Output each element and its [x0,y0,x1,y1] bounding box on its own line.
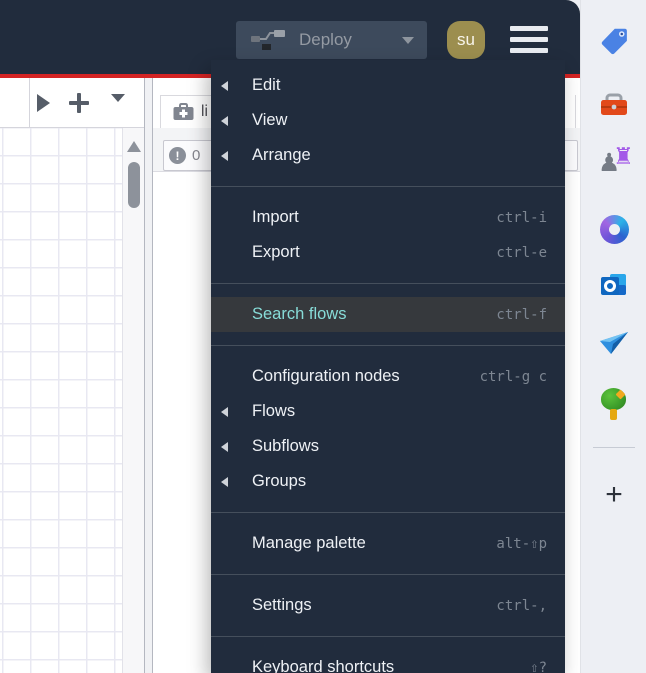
menu-separator [211,636,565,637]
submenu-chevron-left-icon [211,476,252,487]
main-dropdown-menu: Edit View Arrange Import ctrl-i Export c… [211,60,565,673]
sidebar-tab-label: li [201,103,208,120]
submenu-chevron-left-icon [211,80,252,91]
deploy-nodes-icon [249,26,289,54]
medkit-icon [173,103,194,120]
microsoft-copilot-icon[interactable] [581,215,646,244]
toolbox-icon[interactable] [581,91,646,121]
chevron-down-icon [111,94,125,102]
shopping-tag-icon[interactable] [581,26,646,56]
canvas-vertical-scrollbar[interactable] [122,128,144,673]
menu-separator [211,574,565,575]
chess-pawn-icon: ♟ [598,148,621,177]
menu-separator [211,512,565,513]
issue-count: 0 [192,147,201,164]
menu-item-flows[interactable]: Flows [211,394,565,429]
scroll-up-arrow-icon[interactable] [127,141,141,152]
plus-icon: + [605,478,623,511]
page: li ! 0 Deploy su Edit View Arrange Impor… [0,0,646,673]
tab-divider [575,95,576,128]
menu-item-arrange[interactable]: Arrange [211,138,565,173]
flow-canvas[interactable] [0,128,122,673]
sidebar-divider [593,447,635,448]
deploy-options-caret-icon[interactable] [402,37,414,44]
menu-item-groups[interactable]: Groups [211,464,565,499]
user-avatar[interactable]: su [447,21,485,59]
exclamation-circle-icon: ! [169,147,186,164]
deploy-button-label: Deploy [299,30,352,49]
menu-separator [211,283,565,284]
submenu-chevron-left-icon [211,150,252,161]
plus-icon [77,93,81,113]
menu-separator [211,186,565,187]
menu-item-manage-palette[interactable]: Manage palette alt-⇧p [211,526,565,561]
flow-list-button[interactable] [111,94,127,112]
scrollbar-thumb[interactable] [128,162,140,208]
tab-divider [29,78,30,127]
hamburger-icon [510,26,548,31]
menu-item-export[interactable]: Export ctrl-e [211,235,565,270]
triangle-right-icon [37,94,50,112]
deploy-button[interactable]: Deploy [236,21,427,59]
sidebar-splitter[interactable] [144,78,153,673]
paper-plane-icon[interactable] [581,330,646,356]
menu-item-search-flows[interactable]: Search flows ctrl-f [211,297,565,332]
submenu-chevron-left-icon [211,406,252,417]
flow-tabbar [0,78,144,128]
add-flow-button[interactable] [66,85,92,121]
scroll-tabs-right-button[interactable] [37,87,61,119]
outlook-icon[interactable] [581,272,646,300]
menu-item-import[interactable]: Import ctrl-i [211,200,565,235]
hamburger-icon [510,48,548,53]
submenu-chevron-left-icon [211,441,252,452]
menu-item-keyboard-shortcuts[interactable]: Keyboard shortcuts ⇧? [211,650,565,673]
browser-sidebar: ♜ ♟ + [580,0,646,673]
add-sidebar-item-button[interactable]: + [581,480,646,510]
menu-item-subflows[interactable]: Subflows [211,429,565,464]
submenu-chevron-left-icon [211,115,252,126]
hamburger-icon [510,37,548,42]
menu-item-settings[interactable]: Settings ctrl-, [211,588,565,623]
tree-icon[interactable] [581,388,646,420]
main-menu-button[interactable] [510,26,548,53]
menu-item-view[interactable]: View [211,103,565,138]
menu-separator [211,345,565,346]
chess-games-icon[interactable]: ♜ ♟ [581,144,646,178]
node-red-window: li ! 0 Deploy su Edit View Arrange Impor… [0,0,580,673]
menu-item-configuration-nodes[interactable]: Configuration nodes ctrl-g c [211,359,565,394]
menu-item-edit[interactable]: Edit [211,68,565,103]
